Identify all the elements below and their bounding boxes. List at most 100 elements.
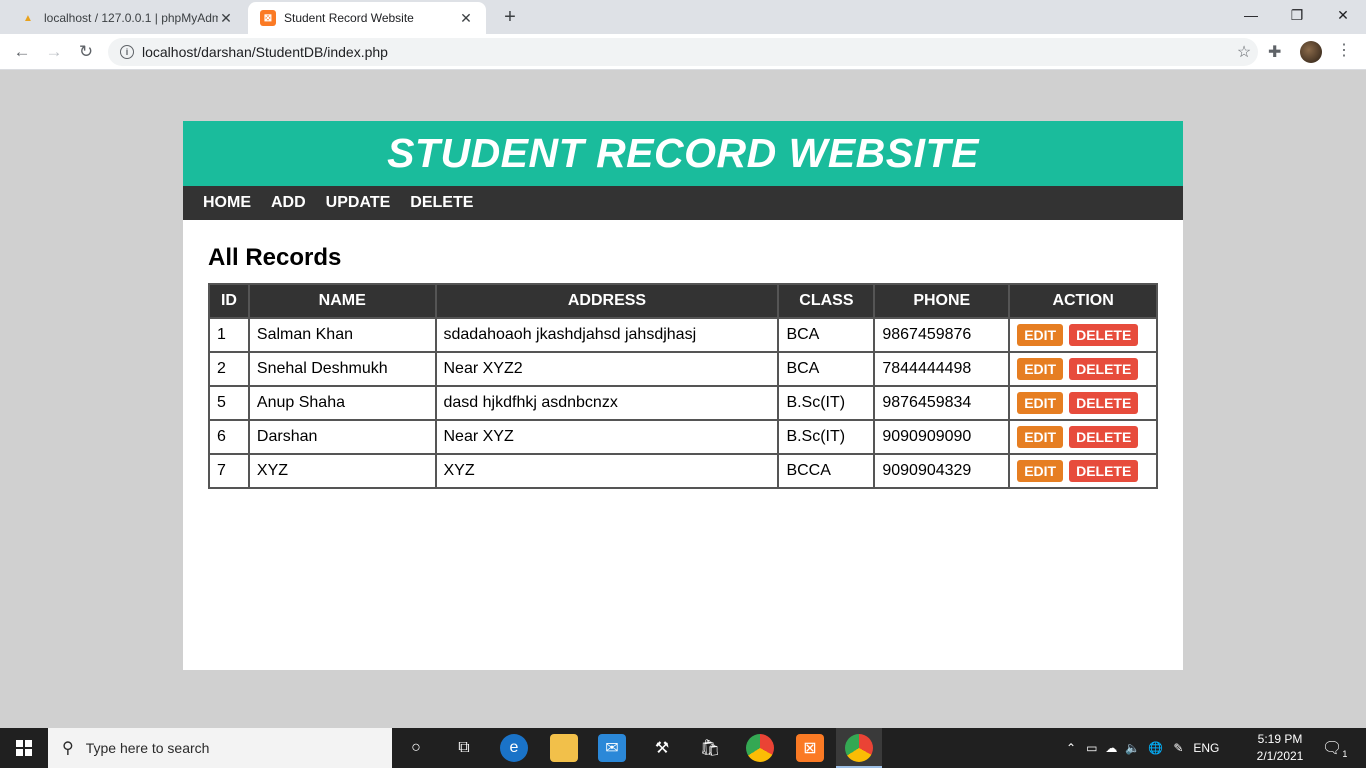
- column-header-action: ACTION: [1008, 283, 1158, 319]
- table-row: 5 Anup Shaha dasd hjkdfhkj asdnbcnzx B.S…: [208, 385, 1158, 421]
- site-title: STUDENT RECORD WEBSITE: [387, 130, 979, 176]
- cell-phone: 9876459834: [873, 385, 1011, 421]
- cell-action: EDIT DELETE: [1008, 453, 1158, 489]
- tab-student-record[interactable]: ⊠ Student Record Website ✕: [248, 2, 486, 34]
- taskbar: ⚲ Type here to search ○ ⧉ e ✉ ⚒ 🛍 ⊠ ⌃ ▭ …: [0, 728, 1366, 768]
- kebab-menu-icon[interactable]: ⋮: [1336, 40, 1352, 60]
- cell-class: B.Sc(IT): [777, 419, 876, 455]
- chevron-up-icon[interactable]: ⌃: [1066, 741, 1076, 755]
- store-icon[interactable]: 🛍: [696, 734, 724, 762]
- edit-button[interactable]: EDIT: [1017, 460, 1064, 482]
- delete-button[interactable]: DELETE: [1069, 460, 1139, 482]
- address-bar[interactable]: i localhost/darshan/StudentDB/index.php …: [108, 38, 1258, 66]
- site-header: STUDENT RECORD WEBSITE: [183, 121, 1183, 186]
- info-icon[interactable]: i: [120, 45, 134, 59]
- browser-toolbar: ← → ↻ i localhost/darshan/StudentDB/inde…: [0, 34, 1366, 70]
- bookmark-star-icon[interactable]: ☆: [1230, 42, 1258, 62]
- network-cloud-icon[interactable]: ☁: [1105, 741, 1117, 755]
- table-header-row: ID NAME ADDRESS CLASS PHONE ACTION: [208, 283, 1158, 319]
- column-header-phone: PHONE: [873, 283, 1011, 319]
- table-row: 1 Salman Khan sdadahoaoh jkashdjahsd jah…: [208, 317, 1158, 353]
- delete-button[interactable]: DELETE: [1069, 324, 1139, 346]
- file-explorer-icon[interactable]: [550, 734, 578, 762]
- delete-button[interactable]: DELETE: [1069, 358, 1139, 380]
- nav-add[interactable]: ADD: [271, 194, 306, 212]
- taskbar-search-box[interactable]: ⚲ Type here to search: [48, 728, 392, 768]
- cell-action: EDIT DELETE: [1008, 317, 1158, 353]
- profile-avatar[interactable]: [1300, 41, 1322, 63]
- edit-button[interactable]: EDIT: [1017, 358, 1064, 380]
- xampp-icon[interactable]: ⊠: [796, 734, 824, 762]
- language-indicator[interactable]: ENG: [1193, 741, 1219, 755]
- cell-id: 5: [208, 385, 250, 421]
- extensions-puzzle-icon[interactable]: ✚: [1268, 42, 1281, 62]
- forward-icon[interactable]: →: [42, 40, 66, 64]
- column-header-class: CLASS: [777, 283, 876, 319]
- cell-phone: 9090909090: [873, 419, 1011, 455]
- search-icon: ⚲: [62, 740, 74, 757]
- cell-name: XYZ: [247, 453, 437, 489]
- cell-class: B.Sc(IT): [777, 385, 876, 421]
- clock-time: 5:19 PM: [1257, 732, 1303, 746]
- table-row: 2 Snehal Deshmukh Near XYZ2 BCA 78444444…: [208, 351, 1158, 387]
- mail-icon[interactable]: ✉: [598, 734, 626, 762]
- records-table: ID NAME ADDRESS CLASS PHONE ACTION 1 Sal…: [208, 283, 1158, 489]
- delete-button[interactable]: DELETE: [1069, 426, 1139, 448]
- cell-phone: 9090904329: [873, 453, 1011, 489]
- xampp-icon: ⊠: [260, 10, 276, 26]
- delete-button[interactable]: DELETE: [1069, 392, 1139, 414]
- tab-phpmyadmin[interactable]: ▲ localhost / 127.0.0.1 | phpMyAdmin ✕: [8, 2, 246, 34]
- volume-icon[interactable]: 🔈: [1125, 741, 1140, 755]
- phpmyadmin-icon: ▲: [23, 12, 33, 24]
- section-title: All Records: [208, 244, 342, 271]
- nav-home[interactable]: HOME: [203, 194, 251, 212]
- globe-icon[interactable]: 🌐: [1148, 741, 1163, 755]
- cell-class: BCCA: [777, 453, 876, 489]
- cell-id: 7: [208, 453, 250, 489]
- new-tab-button[interactable]: +: [498, 6, 522, 29]
- windows-start-icon[interactable]: [0, 728, 48, 768]
- edit-button[interactable]: EDIT: [1017, 324, 1064, 346]
- cell-name: Anup Shaha: [247, 385, 437, 421]
- column-header-address: ADDRESS: [434, 283, 780, 319]
- restore-button[interactable]: ❐: [1274, 4, 1320, 28]
- cell-name: Darshan: [247, 419, 437, 455]
- url-text[interactable]: localhost/darshan/StudentDB/index.php: [142, 44, 1230, 60]
- close-icon[interactable]: ✕: [218, 10, 234, 27]
- tab-title: Student Record Website: [284, 11, 414, 25]
- nav-update[interactable]: UPDATE: [326, 194, 391, 212]
- battery-icon[interactable]: ▭: [1086, 741, 1097, 755]
- system-tray: ⌃ ▭ ☁ 🔈 🌐 ✎ ENG: [1066, 728, 1219, 768]
- nav-delete[interactable]: DELETE: [410, 194, 473, 212]
- reload-icon[interactable]: ↻: [74, 40, 98, 64]
- cell-id: 2: [208, 351, 250, 387]
- cell-action: EDIT DELETE: [1008, 419, 1158, 455]
- edit-button[interactable]: EDIT: [1017, 392, 1064, 414]
- chrome-icon[interactable]: [746, 734, 774, 762]
- edge-icon[interactable]: e: [500, 734, 528, 762]
- pen-icon[interactable]: ✎: [1173, 741, 1183, 755]
- back-icon[interactable]: ←: [10, 40, 34, 64]
- site-nav: HOME ADD UPDATE DELETE: [183, 186, 1183, 220]
- taskbar-clock[interactable]: 5:19 PM 2/1/2021: [1248, 731, 1312, 765]
- edit-button[interactable]: EDIT: [1017, 426, 1064, 448]
- table-row: 7 XYZ XYZ BCCA 9090904329 EDIT DELETE: [208, 453, 1158, 489]
- content: All Records ID NAME ADDRESS CLASS PHONE …: [183, 220, 1183, 489]
- task-view-icon[interactable]: ⧉: [450, 734, 478, 762]
- cell-name: Salman Khan: [247, 317, 437, 353]
- tools-icon[interactable]: ⚒: [648, 734, 676, 762]
- cell-address: XYZ: [434, 453, 780, 489]
- cell-class: BCA: [777, 317, 876, 353]
- close-icon[interactable]: ✕: [458, 10, 474, 27]
- cell-class: BCA: [777, 351, 876, 387]
- cell-action: EDIT DELETE: [1008, 351, 1158, 387]
- cortana-icon[interactable]: ○: [402, 734, 430, 762]
- chrome-profile-icon[interactable]: [845, 734, 873, 762]
- minimize-button[interactable]: —: [1228, 4, 1274, 28]
- table-row: 6 Darshan Near XYZ B.Sc(IT) 9090909090 E…: [208, 419, 1158, 455]
- cell-id: 6: [208, 419, 250, 455]
- page-container: STUDENT RECORD WEBSITE HOME ADD UPDATE D…: [183, 121, 1183, 670]
- cell-address: sdadahoaoh jkashdjahsd jahsdjhasj: [434, 317, 780, 353]
- close-window-button[interactable]: ✕: [1320, 4, 1366, 28]
- notification-icon[interactable]: 🗨1: [1322, 738, 1347, 759]
